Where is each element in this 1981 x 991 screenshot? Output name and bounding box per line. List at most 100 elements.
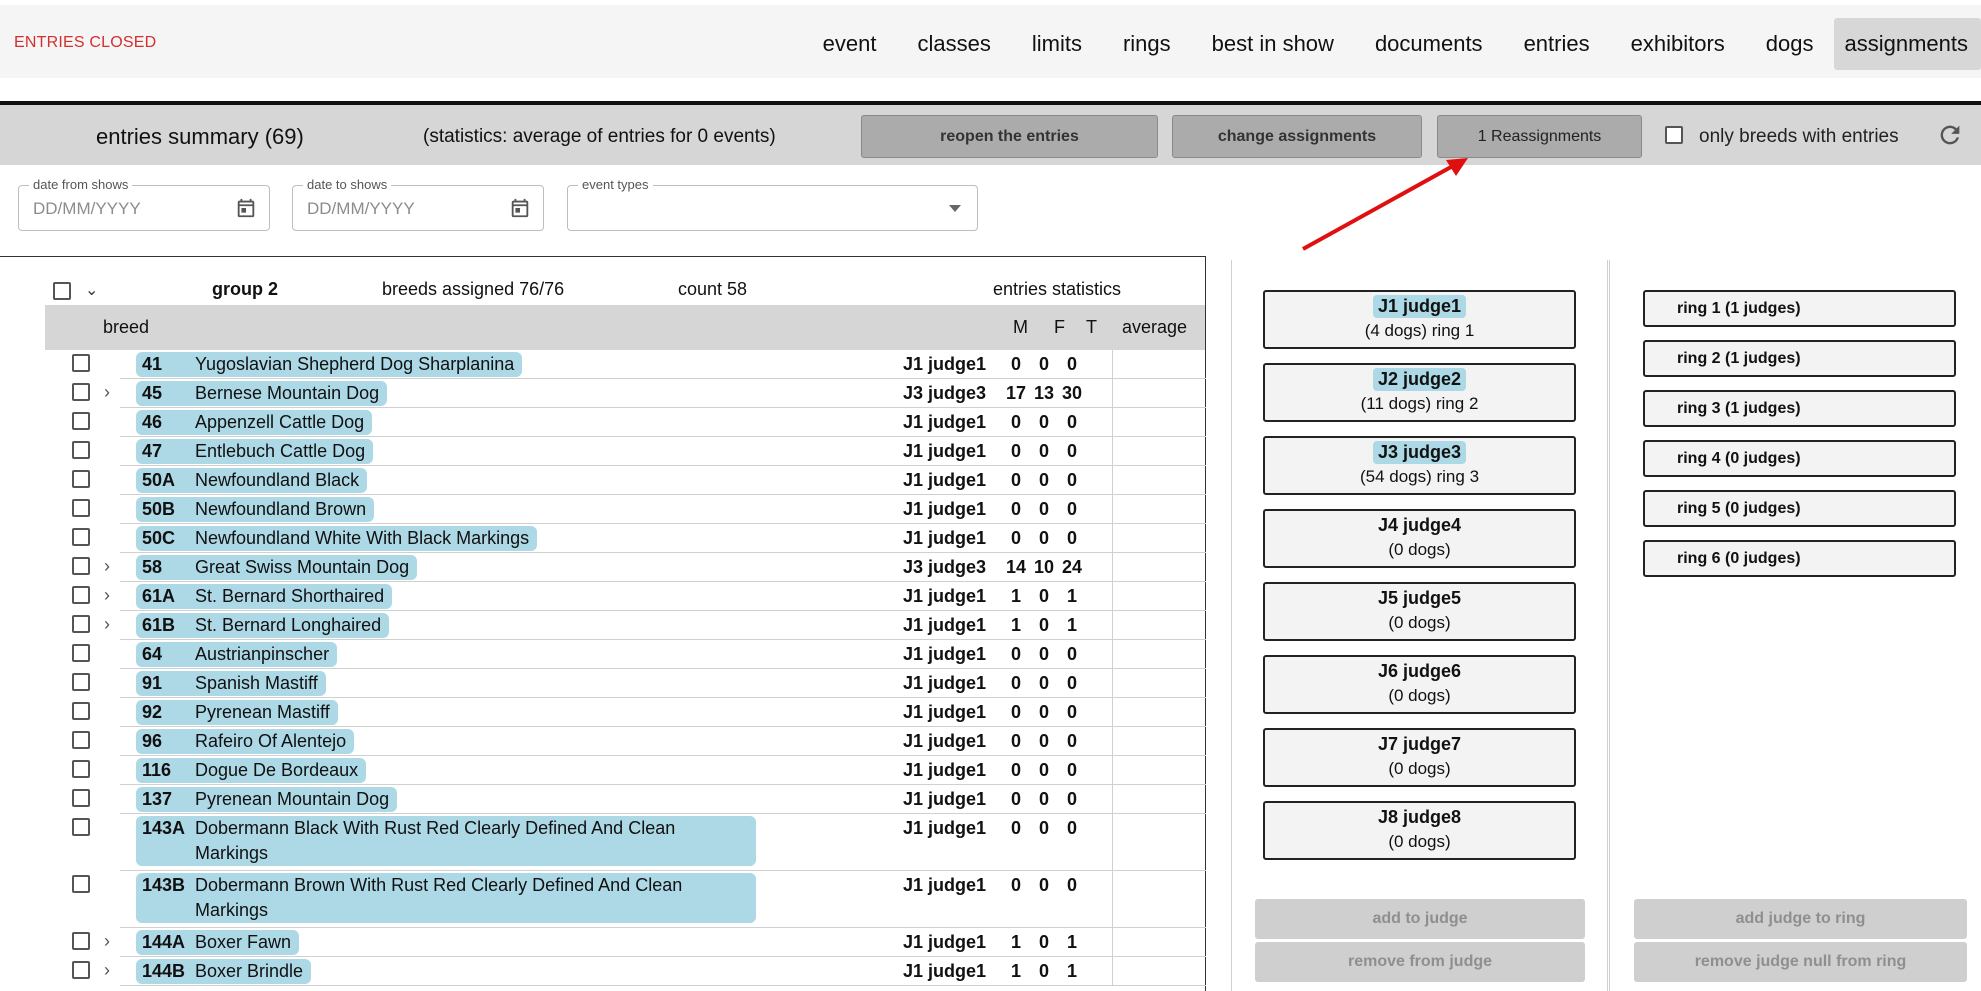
row-checkbox[interactable] (72, 731, 90, 749)
breed-chip[interactable]: 50B Newfoundland Brown (136, 497, 375, 522)
breed-chip[interactable]: 61A St. Bernard Shorthaired (136, 584, 393, 609)
chevron-right-icon[interactable]: › (104, 931, 110, 952)
judge-card[interactable]: J6 judge6 (0 dogs) (1263, 655, 1576, 714)
row-checkbox[interactable] (72, 354, 90, 372)
judge-card[interactable]: J2 judge2 (11 dogs) ring 2 (1263, 363, 1576, 422)
row-checkbox[interactable] (72, 470, 90, 488)
chevron-right-icon[interactable]: › (104, 382, 110, 403)
nav-dogs[interactable]: dogs (1756, 18, 1824, 70)
table-row[interactable]: › 144A Boxer Fawn J1 judge1 1 0 1 (0, 928, 1206, 957)
breed-chip[interactable]: 92 Pyrenean Mastiff (136, 700, 338, 725)
breed-chip[interactable]: 96 Rafeiro Of Alentejo (136, 729, 355, 754)
breed-chip[interactable]: 143B Dobermann Brown With Rust Red Clearl… (136, 873, 756, 923)
breed-chip[interactable]: 46 Appenzell Cattle Dog (136, 410, 373, 435)
breed-chip[interactable]: 137 Pyrenean Mountain Dog (136, 787, 398, 812)
row-checkbox[interactable] (72, 441, 90, 459)
nav-documents[interactable]: documents (1365, 18, 1493, 70)
row-checkbox[interactable] (72, 586, 90, 604)
judge-card[interactable]: J7 judge7 (0 dogs) (1263, 728, 1576, 787)
ring-card[interactable]: ring 5 (0 judges) (1643, 490, 1956, 527)
add-judge-to-ring-button[interactable]: add judge to ring (1634, 899, 1967, 939)
breed-chip[interactable]: 50C Newfoundland White With Black Marking… (136, 526, 538, 551)
breed-chip[interactable]: 50A Newfoundland Black (136, 468, 368, 493)
table-row[interactable]: 116 Dogue De Bordeaux J1 judge1 0 0 0 (0, 756, 1206, 785)
table-row[interactable]: 47 Entlebuch Cattle Dog J1 judge1 0 0 0 (0, 437, 1206, 466)
table-row[interactable]: 41 Yugoslavian Shepherd Dog Sharplanina J1… (0, 350, 1206, 379)
breed-chip[interactable]: 47 Entlebuch Cattle Dog (136, 439, 374, 464)
nav-best-in-show[interactable]: best in show (1202, 18, 1344, 70)
chevron-right-icon[interactable]: › (104, 960, 110, 981)
judge-card[interactable]: J1 judge1 (4 dogs) ring 1 (1263, 290, 1576, 349)
judge-card[interactable]: J3 judge3 (54 dogs) ring 3 (1263, 436, 1576, 495)
table-row[interactable]: 50C Newfoundland White With Black Marking… (0, 524, 1206, 553)
chevron-right-icon[interactable]: › (104, 556, 110, 577)
chevron-down-icon[interactable]: ⌄ (85, 280, 98, 300)
breed-chip[interactable]: 58 Great Swiss Mountain Dog (136, 555, 418, 580)
only-breeds-checkbox[interactable] (1665, 126, 1683, 144)
breed-chip[interactable]: 116 Dogue De Bordeaux (136, 758, 367, 783)
breed-chip[interactable]: 144B Boxer Brindle (136, 959, 312, 984)
row-checkbox[interactable] (72, 875, 90, 893)
table-row[interactable]: 143B Dobermann Brown With Rust Red Clearl… (0, 871, 1206, 928)
breed-chip[interactable]: 41 Yugoslavian Shepherd Dog Sharplanina (136, 352, 523, 377)
nav-limits[interactable]: limits (1022, 18, 1092, 70)
row-checkbox[interactable] (72, 528, 90, 546)
nav-event[interactable]: event (813, 18, 887, 70)
reopen-entries-button[interactable]: reopen the entries (861, 115, 1158, 158)
nav-classes[interactable]: classes (907, 18, 1000, 70)
breed-chip[interactable]: 45 Bernese Mountain Dog (136, 381, 388, 406)
table-row[interactable]: 91 Spanish Mastiff J1 judge1 0 0 0 (0, 669, 1206, 698)
nav-rings[interactable]: rings (1113, 18, 1181, 70)
table-row[interactable]: 64 Austrianpinscher J1 judge1 0 0 0 (0, 640, 1206, 669)
table-row[interactable]: 50A Newfoundland Black J1 judge1 0 0 0 (0, 466, 1206, 495)
judge-card[interactable]: J8 judge8 (0 dogs) (1263, 801, 1576, 860)
nav-assignments[interactable]: assignments (1834, 18, 1981, 70)
nav-entries[interactable]: entries (1514, 18, 1600, 70)
table-row[interactable]: 92 Pyrenean Mastiff J1 judge1 0 0 0 (0, 698, 1206, 727)
chevron-right-icon[interactable]: › (104, 585, 110, 606)
breed-chip[interactable]: 64 Austrianpinscher (136, 642, 338, 667)
table-row[interactable]: › 61B St. Bernard Longhaired J1 judge1 1 0 1 (0, 611, 1206, 640)
add-to-judge-button[interactable]: add to judge (1255, 899, 1585, 939)
row-checkbox[interactable] (72, 673, 90, 691)
calendar-icon[interactable] (509, 197, 531, 219)
ring-card[interactable]: ring 6 (0 judges) (1643, 540, 1956, 577)
table-row[interactable]: 50B Newfoundland Brown J1 judge1 0 0 0 (0, 495, 1206, 524)
judge-card[interactable]: J4 judge4 (0 dogs) (1263, 509, 1576, 568)
chevron-right-icon[interactable]: › (104, 614, 110, 635)
table-row[interactable]: 46 Appenzell Cattle Dog J1 judge1 0 0 0 (0, 408, 1206, 437)
row-checkbox[interactable] (72, 789, 90, 807)
table-row[interactable]: › 61A St. Bernard Shorthaired J1 judge1 1 0 1 (0, 582, 1206, 611)
ring-card[interactable]: ring 4 (0 judges) (1643, 440, 1956, 477)
breed-chip[interactable]: 144A Boxer Fawn (136, 930, 300, 955)
breed-chip[interactable]: 61B St. Bernard Longhaired (136, 613, 390, 638)
row-checkbox[interactable] (72, 644, 90, 662)
ring-card[interactable]: ring 1 (1 judges) (1643, 290, 1956, 327)
calendar-icon[interactable] (235, 197, 257, 219)
row-checkbox[interactable] (72, 961, 90, 979)
group-select-checkbox[interactable] (53, 282, 71, 300)
table-row[interactable]: › 58 Great Swiss Mountain Dog J3 judge3 14 10… (0, 553, 1206, 582)
table-row[interactable]: › 144B Boxer Brindle J1 judge1 1 0 1 (0, 957, 1206, 986)
row-checkbox[interactable] (72, 760, 90, 778)
row-checkbox[interactable] (72, 412, 90, 430)
table-row[interactable]: › 45 Bernese Mountain Dog J3 judge3 17 13 30 (0, 379, 1206, 408)
row-checkbox[interactable] (72, 932, 90, 950)
row-checkbox[interactable] (72, 499, 90, 517)
table-row[interactable]: 143A Dobermann Black With Rust Red Clearl… (0, 814, 1206, 871)
nav-exhibitors[interactable]: exhibitors (1621, 18, 1735, 70)
event-types-select[interactable]: event types (567, 177, 978, 231)
ring-card[interactable]: ring 3 (1 judges) (1643, 390, 1956, 427)
judge-card[interactable]: J5 judge5 (0 dogs) (1263, 582, 1576, 641)
row-checkbox[interactable] (72, 615, 90, 633)
breed-chip[interactable]: 143A Dobermann Black With Rust Red Clearl… (136, 816, 756, 866)
table-row[interactable]: 137 Pyrenean Mountain Dog J1 judge1 0 0 0 (0, 785, 1206, 814)
remove-from-judge-button[interactable]: remove from judge (1255, 942, 1585, 982)
ring-card[interactable]: ring 2 (1 judges) (1643, 340, 1956, 377)
refresh-icon[interactable] (1936, 121, 1964, 149)
row-checkbox[interactable] (72, 818, 90, 836)
date-to-field[interactable]: date to shows DD/MM/YYYY (292, 177, 544, 231)
breed-chip[interactable]: 91 Spanish Mastiff (136, 671, 326, 696)
row-checkbox[interactable] (72, 702, 90, 720)
table-row[interactable]: 96 Rafeiro Of Alentejo J1 judge1 0 0 0 (0, 727, 1206, 756)
